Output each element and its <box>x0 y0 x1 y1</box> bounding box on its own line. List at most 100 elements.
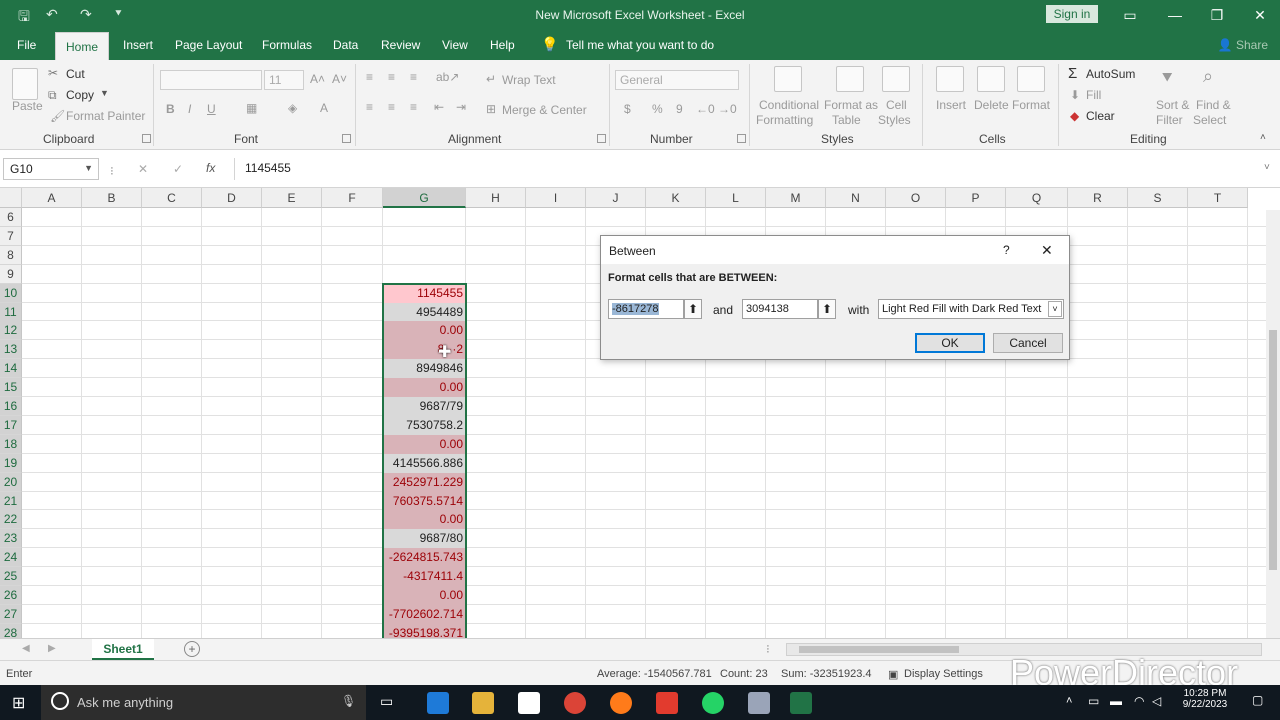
maximize-button[interactable]: ❐ <box>1202 4 1232 26</box>
decrease-indent-icon[interactable]: ⇤ <box>434 100 444 114</box>
format-as-table-label-2[interactable]: Table <box>832 113 861 127</box>
column-header[interactable]: O <box>886 188 946 208</box>
row-header[interactable]: 28 <box>0 623 22 638</box>
tab-view[interactable]: View <box>442 38 468 52</box>
percent-button[interactable]: % <box>652 102 663 116</box>
increase-decimal-icon[interactable]: ←0 <box>696 102 715 116</box>
conditional-formatting-label-2[interactable]: Formatting <box>756 113 813 127</box>
row-header[interactable]: 14 <box>0 359 22 379</box>
grow-font-icon[interactable]: A˄ <box>310 72 325 86</box>
copy-dropdown-icon[interactable]: ▼ <box>100 88 109 98</box>
sort-filter-icon[interactable]: ⯆ <box>1160 68 1174 89</box>
column-header[interactable]: T <box>1188 188 1248 208</box>
tray-chevron-icon[interactable]: ˄ <box>1066 695 1072 707</box>
font-launcher-icon[interactable] <box>342 134 351 143</box>
row-header[interactable]: 9 <box>0 264 22 284</box>
row-header[interactable]: 25 <box>0 567 22 587</box>
font-color-icon[interactable]: A <box>320 101 328 115</box>
format-dropdown-icon[interactable]: ˅ <box>1048 301 1062 317</box>
tab-data[interactable]: Data <box>333 38 358 52</box>
row-header[interactable]: 15 <box>0 378 22 398</box>
wifi-icon[interactable]: ◠ <box>1134 694 1144 708</box>
windows-start-icon[interactable]: ⊞ <box>12 693 25 713</box>
fill-color-icon[interactable]: ◈ <box>288 101 297 115</box>
currency-button[interactable]: $ <box>624 102 631 116</box>
column-header[interactable]: L <box>706 188 766 208</box>
column-header[interactable]: N <box>826 188 886 208</box>
firefox-icon[interactable] <box>610 692 632 714</box>
row-header[interactable]: 24 <box>0 548 22 568</box>
upper-bound-collapse-icon[interactable]: ⬆ <box>818 299 836 319</box>
confirm-entry-icon[interactable]: ✓ <box>173 162 183 176</box>
sort-filter-label-1[interactable]: Sort & <box>1156 98 1189 112</box>
format-as-table-icon[interactable] <box>836 66 864 92</box>
sign-in-button[interactable]: Sign in <box>1046 5 1098 23</box>
row-header[interactable]: 17 <box>0 415 22 435</box>
name-box-dropdown-icon[interactable]: ▼ <box>84 163 93 173</box>
tab-file[interactable]: File <box>17 38 36 52</box>
format-as-table-label-1[interactable]: Format as <box>824 98 878 112</box>
expand-formula-bar-icon[interactable]: ˅ <box>1264 162 1270 173</box>
bold-button[interactable]: B <box>166 102 175 116</box>
row-header[interactable]: 18 <box>0 434 22 454</box>
row-header[interactable]: 22 <box>0 510 22 530</box>
align-center-icon[interactable]: ≡ <box>388 100 395 114</box>
collapse-ribbon-icon[interactable]: ˄ <box>1260 132 1266 143</box>
column-header[interactable]: F <box>322 188 383 208</box>
column-header[interactable]: S <box>1128 188 1188 208</box>
taskbar-clock[interactable]: 10:28 PM 9/22/2023 <box>1170 688 1240 710</box>
bottom-align-icon[interactable]: ≡ <box>410 70 417 84</box>
vertical-scroll-thumb[interactable] <box>1269 330 1277 570</box>
conditional-formatting-label-1[interactable]: Conditional <box>759 98 819 112</box>
number-launcher-icon[interactable] <box>737 134 746 143</box>
align-right-icon[interactable]: ≡ <box>410 100 417 114</box>
tab-insert[interactable]: Insert <box>123 38 153 52</box>
column-header[interactable]: D <box>202 188 262 208</box>
taskbar-search[interactable]: Ask me anything 🎙 <box>41 685 366 720</box>
tab-formulas[interactable]: Formulas <box>262 38 312 52</box>
network-icon[interactable]: ▭ <box>1088 694 1099 708</box>
new-sheet-button[interactable]: + <box>184 641 200 657</box>
formula-bar-options-icon[interactable]: ⁝ <box>110 164 114 178</box>
dialog-help-button[interactable]: ? <box>1003 243 1010 257</box>
alignment-launcher-icon[interactable] <box>597 134 606 143</box>
column-header[interactable]: K <box>646 188 706 208</box>
close-window-button[interactable]: ✕ <box>1245 4 1275 26</box>
select-all-corner[interactable] <box>0 188 22 208</box>
battery-icon[interactable]: ▬ <box>1110 694 1122 708</box>
clipboard-launcher-icon[interactable] <box>142 134 151 143</box>
excel-taskbar-icon[interactable] <box>790 692 812 714</box>
row-header[interactable]: 27 <box>0 604 22 624</box>
ok-button[interactable]: OK <box>915 333 985 353</box>
row-header[interactable]: 20 <box>0 472 22 492</box>
format-cells-icon[interactable] <box>1017 66 1045 92</box>
vertical-scrollbar[interactable] <box>1266 210 1280 638</box>
decrease-decimal-icon[interactable]: →0 <box>718 102 737 116</box>
minimize-button[interactable]: — <box>1160 4 1190 26</box>
volume-icon[interactable]: ◁ <box>1152 694 1161 708</box>
align-left-icon[interactable]: ≡ <box>366 100 373 114</box>
cut-button[interactable]: Cut <box>66 67 85 81</box>
split-handle-icon[interactable]: ⁝ <box>766 642 770 656</box>
row-header[interactable]: 19 <box>0 453 22 473</box>
clear-button[interactable]: Clear <box>1086 109 1115 123</box>
row-header[interactable]: 7 <box>0 226 22 246</box>
format-select[interactable]: Light Red Fill with Dark Red Text ˅ <box>878 299 1064 319</box>
sort-filter-label-2[interactable]: Filter <box>1156 113 1183 127</box>
merge-center-button[interactable]: Merge & Center <box>502 103 587 117</box>
tab-review[interactable]: Review <box>381 38 420 52</box>
insert-cells-label[interactable]: Insert <box>936 98 966 112</box>
font-name-box[interactable] <box>160 70 262 90</box>
insert-cells-icon[interactable] <box>936 66 964 92</box>
column-header[interactable]: A <box>22 188 82 208</box>
row-header[interactable]: 10 <box>0 283 22 303</box>
increase-indent-icon[interactable]: ⇥ <box>456 100 466 114</box>
task-view-icon[interactable]: ▭ <box>380 693 393 710</box>
find-select-label-1[interactable]: Find & <box>1196 98 1231 112</box>
row-header[interactable]: 16 <box>0 397 22 416</box>
lower-bound-collapse-icon[interactable]: ⬆ <box>684 299 702 319</box>
cell-styles-icon[interactable] <box>882 66 910 92</box>
sheet-tab-sheet1[interactable]: Sheet1 <box>92 639 154 661</box>
borders-icon[interactable]: ▦ <box>246 101 257 115</box>
row-header[interactable]: 11 <box>0 302 22 322</box>
